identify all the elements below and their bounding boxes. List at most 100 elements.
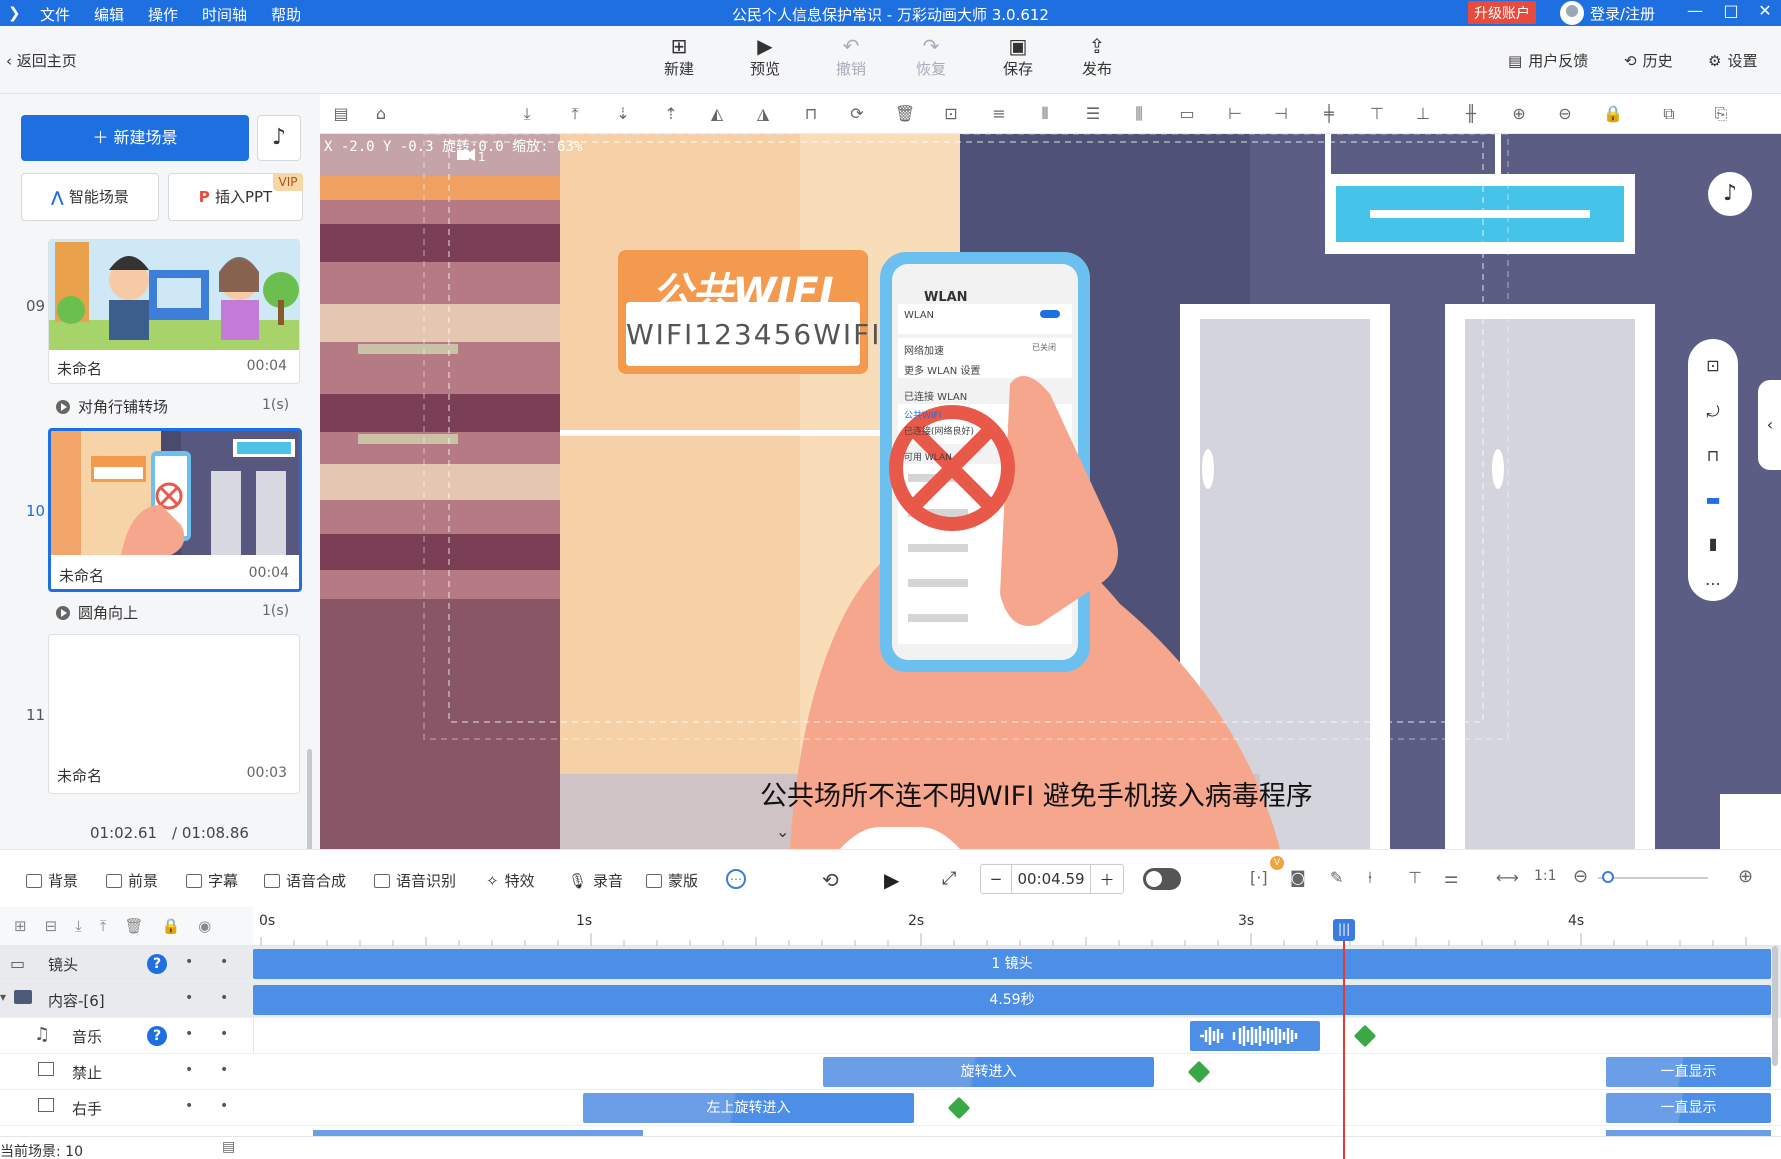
zoom-slider[interactable] (1598, 877, 1708, 879)
lock-stage-icon[interactable]: ⊓ (1703, 446, 1723, 466)
fit-icon[interactable]: ⊡ (940, 104, 962, 124)
format-painter-icon[interactable]: ▤ (330, 104, 352, 124)
flip-vertical-icon[interactable]: ◮ (752, 104, 774, 124)
plus-icon[interactable]: ＋ (1091, 869, 1123, 890)
zoom-in-icon[interactable]: ⊕ (1508, 104, 1530, 124)
align-bottom-icon[interactable]: ⊥ (1412, 104, 1434, 124)
fit-width-icon[interactable]: ⟷ (1496, 868, 1519, 887)
minimize-button[interactable]: — (1680, 1, 1710, 20)
split-icon[interactable]: ⍿ (1368, 868, 1372, 888)
settings-button[interactable]: ⚙ 设置 (1708, 50, 1757, 71)
timeline-scrollbar[interactable] (1772, 946, 1778, 1066)
track-content-group[interactable]: ▾ 内容-[6] • • 4.59秒 (0, 982, 1781, 1018)
playhead-handle[interactable]: ||| (1333, 919, 1355, 941)
portrait-icon[interactable]: ▮ (1703, 534, 1723, 554)
zoom-out-icon[interactable]: ⊖ (1554, 104, 1576, 124)
lock-dot[interactable]: • (220, 990, 228, 1006)
help-icon[interactable]: ? (147, 954, 167, 974)
align-left-icon[interactable]: ⊢ (1224, 104, 1246, 124)
fullscreen-icon[interactable]: ⤢ (942, 868, 956, 889)
time-value[interactable]: 00:04.59 (1011, 865, 1091, 893)
maximize-button[interactable]: □ (1716, 1, 1746, 20)
lock-dot[interactable]: • (220, 954, 228, 970)
fit-screen-icon[interactable]: ⊡ (1703, 356, 1723, 376)
scene-card-10[interactable]: 未命名 00:04 (48, 428, 302, 592)
distribute-v-icon[interactable]: ⫼ (1128, 104, 1150, 124)
redo-button[interactable]: ↷ 恢复 (902, 34, 960, 79)
camera-icon[interactable]: ◙ (1290, 868, 1306, 887)
feedback-button[interactable]: ▤ 用户反馈 (1508, 50, 1588, 71)
landscape-icon[interactable]: ▬ (1703, 490, 1723, 510)
scene-card-09[interactable]: 未命名 00:04 (48, 239, 300, 384)
align-top-icon[interactable]: ⊤ (1366, 104, 1388, 124)
mask-button[interactable]: 蒙版 (646, 870, 698, 891)
zoom-out-timeline-icon[interactable]: ⊖ (1573, 866, 1588, 887)
copy-icon[interactable]: ⧉ (1658, 104, 1680, 124)
move-bottom-icon[interactable]: ⤓ (516, 104, 538, 124)
end-clip[interactable]: 一直显示 (1606, 1093, 1771, 1123)
upgrade-account-button[interactable]: 升级账户 (1468, 1, 1536, 24)
scene-music-button[interactable]: ♪ (257, 115, 301, 161)
time-ruler[interactable]: 0s 1s 2s 3s 4s (253, 907, 1781, 946)
smart-scene-button[interactable]: ⋀ 智能场景 (21, 173, 159, 221)
record-button[interactable]: 🎙 录音 (568, 870, 623, 891)
history-button[interactable]: ⟲ 历史 (1624, 50, 1673, 71)
align-vcenter-icon[interactable]: ╫ (1460, 104, 1482, 124)
layers-icon[interactable]: ▤ (222, 1139, 235, 1155)
chevron-down-icon[interactable]: ⌄ (776, 822, 800, 841)
close-button[interactable]: ✕ (1750, 1, 1780, 20)
rotate-icon[interactable]: ⟳ (846, 104, 868, 124)
play-button-icon[interactable]: ▶ (884, 868, 899, 892)
back-home-button[interactable]: ‹ 返回主页 (6, 50, 77, 71)
animation-clip[interactable]: 左上旋转进入 (583, 1093, 914, 1123)
end-clip[interactable]: 一直显示 (1606, 1057, 1771, 1087)
new-scene-button[interactable]: ＋ 新建场景 (21, 115, 249, 161)
move-down-icon[interactable]: ⇣ (612, 104, 634, 124)
scene-card-11[interactable]: 未命名 00:03 (48, 634, 300, 794)
keyframe-diamond[interactable] (1353, 1024, 1377, 1048)
background-button[interactable]: 背景 (26, 870, 78, 891)
move-top-icon[interactable]: ⤒ (564, 104, 586, 124)
distribute-h-icon[interactable]: ☰ (1082, 104, 1104, 124)
rotate-stage-icon[interactable]: ⤾ (1703, 402, 1723, 422)
time-stepper[interactable]: − 00:04.59 ＋ (980, 864, 1124, 894)
add-layer-icon[interactable]: ⊞ (14, 917, 27, 935)
align-center-h-icon[interactable]: ≡ (988, 104, 1010, 124)
lock-dot[interactable]: • (220, 1026, 228, 1042)
track-music[interactable]: ♫ 音乐 ? • • (0, 1018, 1781, 1054)
subtitle-button[interactable]: 字幕 (186, 870, 238, 891)
align-right-icon[interactable]: ⊣ (1270, 104, 1292, 124)
lock-all-icon[interactable]: 🔒 (161, 917, 180, 935)
new-button[interactable]: ⊞ 新建 (650, 34, 708, 79)
flip-horizontal-icon[interactable]: ◭ (706, 104, 728, 124)
stage-canvas[interactable]: X -2.0 Y -0.3 旋转:0.0 缩放: 63% 1 公共WIFI WI… (320, 134, 1781, 849)
subtitle-text[interactable]: 公共场所不连不明WIFI 避免手机接入病毒程序 (760, 774, 1313, 813)
delete-icon[interactable]: 🗑 (894, 104, 916, 124)
speech-recognition-button[interactable]: 语音识别 (374, 870, 456, 891)
add-folder-icon[interactable]: ⊟ (45, 917, 58, 935)
undo-button[interactable]: ↶ 撤销 (822, 34, 880, 79)
move-layer-up-icon[interactable]: ⤒ (100, 917, 107, 935)
more-tools-icon[interactable]: ⋯ (726, 869, 746, 889)
save-button[interactable]: ▣ 保存 (989, 34, 1047, 79)
zoom-in-timeline-icon[interactable]: ⊕ (1738, 866, 1753, 887)
lock-dot[interactable]: • (220, 1098, 228, 1114)
more-icon[interactable]: ⋯ (1703, 574, 1723, 594)
camera-bar[interactable]: 1 镜头 (253, 949, 1771, 979)
foreground-button[interactable]: 前景 (106, 870, 158, 891)
keyframe-diamond[interactable] (947, 1096, 971, 1120)
visibility-dot[interactable]: • (185, 990, 193, 1006)
expand-triangle-icon[interactable]: ▾ (0, 990, 6, 1004)
move-layer-down-icon[interactable]: ⤓ (75, 917, 82, 935)
lock-dot[interactable]: • (220, 1062, 228, 1078)
track-ban[interactable]: 禁止 • • 旋转进入 一直显示 (0, 1054, 1781, 1090)
keyframe-icon[interactable]: [·] (1250, 868, 1268, 887)
eye-icon[interactable]: ◉ (198, 917, 211, 935)
login-button[interactable]: 登录/注册 (1560, 1, 1655, 25)
align-middle-icon[interactable]: ╪ (1318, 104, 1340, 124)
collapse-panel-button[interactable]: ‹ (1758, 380, 1781, 470)
same-width-icon[interactable]: ▭ (1176, 104, 1198, 124)
help-icon[interactable]: ? (147, 1026, 167, 1046)
align-center-v-icon[interactable]: ⦀ (1034, 104, 1056, 124)
paste-icon[interactable]: ⎘ (1710, 104, 1732, 124)
